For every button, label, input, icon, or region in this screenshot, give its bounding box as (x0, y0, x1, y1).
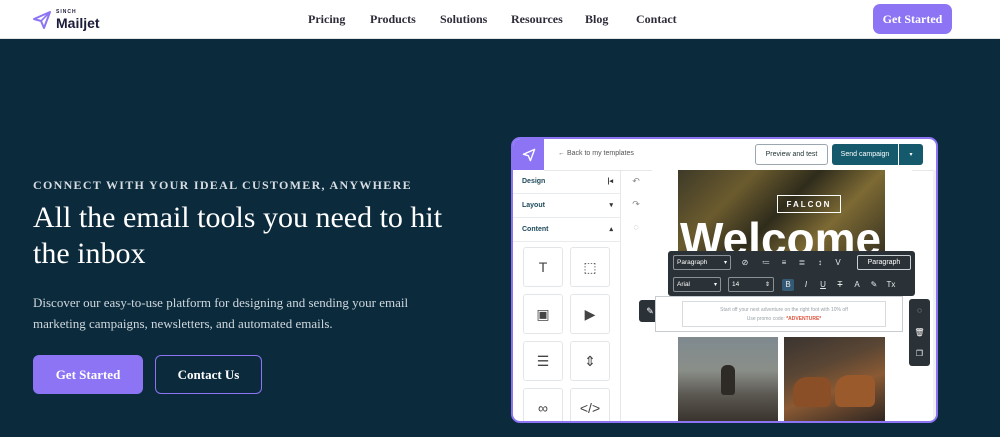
chevron-down-icon: ▾ (723, 260, 727, 266)
undo-icon[interactable]: ↶ (629, 176, 643, 190)
sidebar-design[interactable]: Design |◂ (513, 170, 621, 194)
sidebar-content[interactable]: Content ▴ (513, 218, 621, 242)
chevron-down-icon[interactable]: ▾ (899, 144, 923, 165)
text-format-toolbar: Paragraph ▾ ⊘ ≔ ≡ ≣ ↕ V Paragraph Arial … (668, 251, 915, 296)
video-icon[interactable]: ▶ (570, 294, 610, 334)
clear-format-icon[interactable]: Tx (885, 279, 897, 291)
get-started-button[interactable]: Get Started (33, 355, 143, 394)
history-toolbar: ↶ ↷ ◌ (625, 170, 647, 242)
falcon-logo: FALCON (777, 195, 841, 213)
boot-right (835, 375, 875, 407)
text-block-inner: Start off your next adventure on the rig… (682, 301, 886, 327)
bold-icon[interactable]: B (782, 279, 794, 291)
promo-prefix: Use promo code: (746, 316, 787, 322)
redo-icon[interactable]: ↷ (629, 199, 643, 213)
font-value: Arial (677, 281, 691, 288)
block-actions: ◌ 🗑 ❐ (909, 299, 930, 366)
duplicate-icon[interactable]: ❐ (914, 348, 925, 359)
boot-left (793, 377, 831, 407)
paper-plane-icon (522, 148, 535, 161)
nav-pricing[interactable]: Pricing (308, 12, 345, 27)
line-height-icon[interactable]: ↕ (814, 257, 826, 269)
block-type-select[interactable]: Paragraph ▾ (673, 255, 731, 270)
chevron-down-icon: ▾ (609, 202, 613, 209)
nav-contact[interactable]: Contact (636, 12, 677, 27)
nav-products[interactable]: Products (370, 12, 416, 27)
hero-eyebrow: CONNECT WITH YOUR IDEAL CUSTOMER, ANYWHE… (33, 178, 412, 192)
sidebar-content-label: Content (522, 226, 549, 233)
hiker-figure (721, 365, 735, 395)
stepper-icon: ⇕ (764, 282, 770, 288)
font-size-value: 14 (732, 281, 740, 288)
back-link-label: Back to my templates (566, 150, 634, 157)
image-click-icon[interactable]: ⬚ (570, 247, 610, 287)
text-color-icon[interactable]: A (851, 279, 863, 291)
logo-name-text: Mailjet (56, 15, 100, 31)
nav-blog[interactable]: Blog (585, 12, 608, 27)
image-icon[interactable]: ▣ (523, 294, 563, 334)
sidebar-design-label: Design (522, 178, 546, 185)
canvas-scrollbar[interactable] (933, 170, 936, 421)
italic-icon[interactable]: I (800, 279, 812, 291)
text-line-1: Start off your next adventure on the rig… (720, 307, 848, 313)
chevron-up-icon: ▴ (609, 226, 613, 233)
letter-spacing-icon[interactable]: V (832, 257, 844, 269)
sidebar-layout[interactable]: Layout ▾ (513, 194, 621, 218)
highlight-icon[interactable]: ✎ (868, 279, 880, 291)
contact-us-button[interactable]: Contact Us (155, 355, 262, 394)
font-size-select[interactable]: 14 ⇕ (728, 277, 774, 292)
chevron-down-icon: ▾ (713, 282, 717, 288)
comment-icon[interactable]: ◌ (629, 222, 643, 236)
nav-get-started-button[interactable]: Get Started (873, 4, 952, 34)
social-icon[interactable]: ∞ (523, 388, 563, 421)
paragraph-style-button[interactable]: Paragraph (857, 255, 911, 270)
strikethrough-icon[interactable]: T (834, 279, 846, 291)
trash-icon[interactable]: 🗑 (914, 327, 925, 338)
paper-plane-icon (33, 11, 51, 29)
hero-headline: All the email tools you need to hit the … (33, 201, 443, 270)
back-to-templates-link[interactable]: ← Back to my templates (558, 150, 634, 157)
preview-and-test-button[interactable]: Preview and test (755, 144, 828, 165)
collapse-icon: |◂ (607, 178, 613, 185)
html-icon[interactable]: </> (570, 388, 610, 421)
nav-solutions[interactable]: Solutions (440, 12, 487, 27)
bullet-list-icon[interactable]: ≔ (760, 257, 772, 269)
top-nav: SINCH Mailjet Pricing Products Solutions… (0, 0, 1000, 39)
send-campaign-button[interactable]: Send campaign (832, 144, 898, 165)
numbered-list-icon[interactable]: ≡ (778, 257, 790, 269)
block-type-value: Paragraph (677, 259, 708, 266)
selected-text-block[interactable]: Start off your next adventure on the rig… (655, 296, 903, 332)
editor-sidebar: Design |◂ Layout ▾ Content ▴ T ⬚ ▣ ▶ ☰ ⇕… (513, 170, 621, 421)
arrow-left-icon: ← (558, 150, 565, 157)
comment-icon[interactable]: ◌ (914, 305, 925, 316)
spacer-icon[interactable]: ⇕ (570, 341, 610, 381)
text-line-2: Use promo code: *ADVENTURE* (683, 316, 885, 322)
hero-description: Discover our easy-to-use platform for de… (33, 295, 409, 331)
welcome-heading: Welcome (680, 219, 882, 251)
sidebar-layout-label: Layout (522, 202, 545, 209)
link-icon[interactable]: ⊘ (739, 257, 751, 269)
mailjet-logo[interactable]: SINCH Mailjet (32, 9, 100, 31)
underline-icon[interactable]: U (817, 279, 829, 291)
promo-code: *ADVENTURE* (786, 316, 822, 322)
nav-resources[interactable]: Resources (511, 12, 563, 27)
editor-logo (513, 139, 544, 170)
email-editor-preview: ← Back to my templates Preview and test … (511, 137, 938, 423)
divider-icon[interactable]: ☰ (523, 341, 563, 381)
align-icon[interactable]: ≣ (796, 257, 808, 269)
font-select[interactable]: Arial ▾ (673, 277, 721, 292)
text-block-icon[interactable]: T (523, 247, 563, 287)
